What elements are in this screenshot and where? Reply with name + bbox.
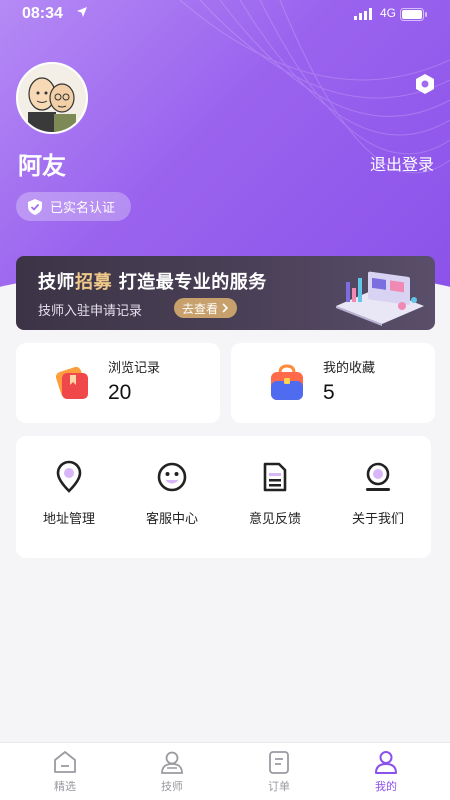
logout-button[interactable]: 退出登录 [370, 151, 434, 175]
menu-item-feedback-label: 意见反馈 [248, 512, 301, 527]
tab-featured[interactable]: 精选 [35, 749, 95, 799]
favorites-count: 5 [323, 381, 335, 404]
banner-subtitle: 技师入驻申请记录 [38, 304, 143, 319]
tab-technician-label: 技师 [161, 780, 183, 793]
menu-item-address[interactable]: 地址管理 [19, 460, 119, 540]
location-pin-icon [56, 460, 82, 493]
status-time: 08:34 [22, 5, 63, 22]
banner-title-prefix: 技师 [38, 272, 75, 293]
banner-title: 技师招募 打造最专业的服务 [38, 268, 267, 294]
avatar[interactable] [16, 62, 88, 134]
banner-title-suffix: 打造最专业的服务 [118, 272, 267, 293]
banner-view-button[interactable]: 去查看 [174, 298, 238, 318]
dashboard-illustration [336, 271, 424, 326]
decorative-lines [179, 0, 450, 174]
menu-item-address-label: 地址管理 [42, 512, 95, 527]
battery-icon [400, 8, 427, 21]
browse-history-label: 浏览记录 [108, 361, 161, 376]
username: 阿友 [18, 152, 66, 180]
network-type: 4G [380, 6, 397, 20]
tab-mine[interactable]: 我的 [356, 749, 416, 799]
browse-history-count: 20 [108, 381, 132, 404]
tab-featured-label: 精选 [54, 780, 76, 793]
smiley-face-icon [157, 462, 187, 492]
order-icon [269, 751, 289, 774]
tab-technician[interactable]: 技师 [142, 749, 202, 799]
user-icon [375, 751, 397, 774]
favorites-label: 我的收藏 [323, 361, 376, 376]
home-icon [54, 751, 76, 773]
tab-orders-label: 订单 [268, 780, 290, 793]
document-icon [263, 462, 287, 492]
favorites-card[interactable]: 我的收藏 5 [231, 343, 435, 423]
menu-item-customer-service[interactable]: 客服中心 [122, 460, 222, 540]
menu-item-feedback[interactable]: 意见反馈 [225, 460, 325, 540]
technician-icon [161, 751, 183, 774]
location-arrow-icon [77, 7, 87, 17]
settings-hexagon-icon[interactable] [413, 72, 437, 96]
profile-header-background [0, 0, 450, 300]
service-menu: 地址管理 客服中心 意见反馈 关于我们 [16, 436, 431, 558]
verified-label: 已实名认证 [50, 201, 116, 216]
menu-item-customer-service-label: 客服中心 [145, 512, 198, 527]
favorites-bag-icon [271, 364, 303, 400]
tab-mine-label: 我的 [375, 780, 397, 793]
menu-item-about-us[interactable]: 关于我们 [328, 460, 428, 540]
browse-history-card[interactable]: 浏览记录 20 [16, 343, 220, 423]
avatar-image [18, 64, 86, 132]
bottom-tab-bar: 精选 技师 订单 我的 [0, 742, 450, 800]
menu-item-about-us-label: 关于我们 [351, 512, 404, 527]
person-circle-icon [366, 462, 390, 491]
banner-title-highlight: 招募 [75, 272, 112, 293]
verified-badge: 已实名认证 [16, 192, 132, 221]
banner-view-label: 去查看 [182, 301, 219, 316]
browse-history-icon [55, 366, 88, 399]
chevron-right-icon [222, 303, 229, 313]
verified-shield-icon [28, 198, 42, 215]
status-bar: 08:34 4G [0, 0, 450, 30]
tab-orders[interactable]: 订单 [249, 749, 309, 799]
recruitment-banner[interactable]: 技师招募 打造最专业的服务 技师入驻申请记录 去查看 [16, 256, 435, 330]
signal-icon [354, 8, 372, 20]
